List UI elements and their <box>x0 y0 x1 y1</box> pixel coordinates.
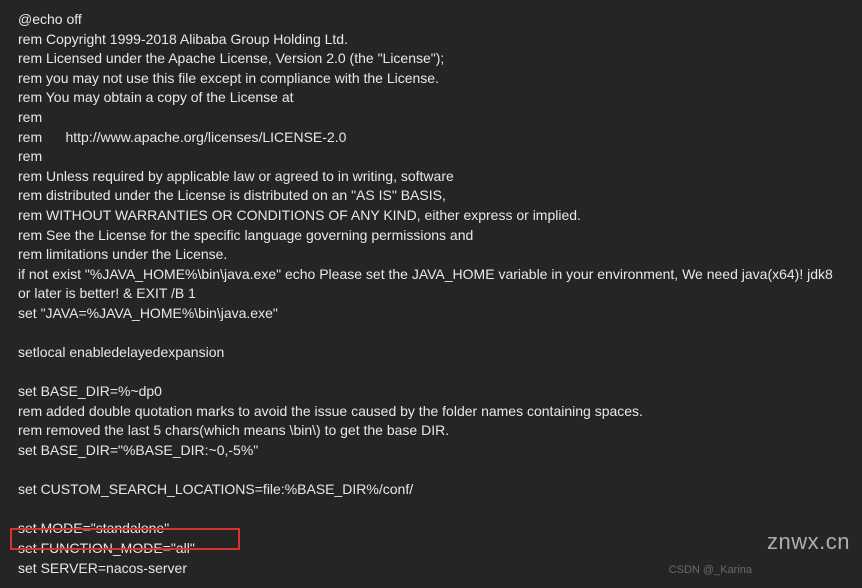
code-line: rem You may obtain a copy of the License… <box>18 88 844 108</box>
code-line <box>18 363 844 383</box>
code-line: rem <box>18 147 844 167</box>
code-line: rem http://www.apache.org/licenses/LICEN… <box>18 128 844 148</box>
code-line: rem distributed under the License is dis… <box>18 186 844 206</box>
code-line: rem Unless required by applicable law or… <box>18 167 844 187</box>
code-line: set CUSTOM_SEARCH_LOCATIONS=file:%BASE_D… <box>18 480 844 500</box>
code-line: rem you may not use this file except in … <box>18 69 844 89</box>
code-line: rem Licensed under the Apache License, V… <box>18 49 844 69</box>
code-line <box>18 461 844 481</box>
code-line: rem WITHOUT WARRANTIES OR CONDITIONS OF … <box>18 206 844 226</box>
code-line: rem See the License for the specific lan… <box>18 226 844 246</box>
code-line <box>18 324 844 344</box>
code-line: rem Copyright 1999-2018 Alibaba Group Ho… <box>18 30 844 50</box>
watermark-author: CSDN @_Karina <box>669 563 752 578</box>
code-line: if not exist "%JAVA_HOME%\bin\java.exe" … <box>18 265 844 304</box>
code-line: rem limitations under the License. <box>18 245 844 265</box>
code-line: set FUNCTION_MODE="all" <box>18 539 844 559</box>
code-line: rem removed the last 5 chars(which means… <box>18 421 844 441</box>
code-line: @echo off <box>18 10 844 30</box>
code-line: setlocal enabledelayedexpansion <box>18 343 844 363</box>
code-line: set BASE_DIR="%BASE_DIR:~0,-5%" <box>18 441 844 461</box>
code-line: set "JAVA=%JAVA_HOME%\bin\java.exe" <box>18 304 844 324</box>
code-line: set MODE="standalone" <box>18 519 844 539</box>
code-line <box>18 500 844 520</box>
watermark-site: znwx.cn <box>767 527 850 558</box>
code-line: set BASE_DIR=%~dp0 <box>18 382 844 402</box>
code-block: @echo offrem Copyright 1999-2018 Alibaba… <box>0 0 862 588</box>
code-line: rem <box>18 108 844 128</box>
code-line: rem added double quotation marks to avoi… <box>18 402 844 422</box>
